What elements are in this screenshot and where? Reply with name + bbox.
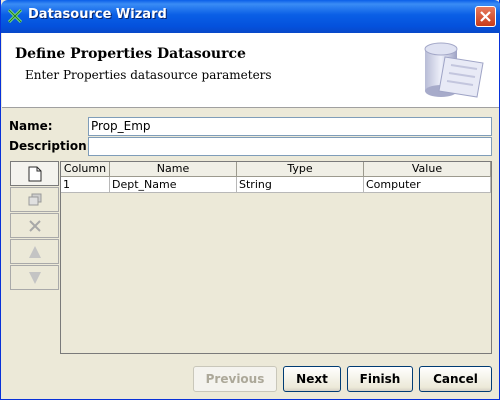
next-button[interactable]: Next	[283, 366, 341, 392]
column-header-name[interactable]: Name	[110, 162, 237, 177]
button-bar: Previous Next Finish Cancel	[2, 362, 499, 399]
name-label: Name:	[9, 119, 53, 133]
properties-table: Column Name Type Value 1 Dept_Name Strin…	[60, 161, 492, 354]
table-row[interactable]: 1 Dept_Name String Computer	[61, 177, 491, 193]
cell-value[interactable]: Computer	[364, 177, 491, 193]
cell-type[interactable]: String	[237, 177, 364, 193]
delete-row-icon	[28, 219, 41, 232]
delete-row-button[interactable]	[10, 213, 59, 238]
previous-button[interactable]: Previous	[193, 366, 277, 392]
close-button[interactable]	[475, 6, 496, 27]
close-icon	[480, 11, 491, 22]
name-input[interactable]: Prop_Emp	[88, 117, 492, 136]
move-down-button[interactable]	[10, 265, 59, 290]
column-header-value[interactable]: Value	[364, 162, 491, 177]
cell-name[interactable]: Dept_Name	[110, 177, 237, 193]
table-header: Column Name Type Value	[61, 162, 491, 177]
cancel-button[interactable]: Cancel	[419, 366, 492, 392]
move-up-button[interactable]	[10, 239, 59, 264]
window-title: Datasource Wizard	[28, 7, 167, 22]
move-up-icon	[28, 245, 41, 258]
title-bar[interactable]: Datasource Wizard	[1, 0, 500, 33]
page-title: Define Properties Datasource	[15, 46, 246, 62]
copy-row-icon	[28, 193, 41, 205]
move-down-icon	[28, 271, 41, 284]
new-row-icon	[28, 166, 41, 181]
wizard-window: Datasource Wizard Define Properties Data…	[0, 0, 500, 400]
column-header-type[interactable]: Type	[237, 162, 364, 177]
copy-row-button[interactable]	[10, 187, 59, 212]
finish-button[interactable]: Finish	[347, 366, 413, 392]
row-toolbar	[10, 161, 59, 291]
wizard-header: Define Properties Datasource Enter Prope…	[2, 33, 499, 108]
page-subtitle: Enter Properties datasource parameters	[25, 68, 272, 82]
description-label: Description:	[9, 139, 92, 153]
column-header-column[interactable]: Column	[61, 162, 110, 177]
new-row-button[interactable]	[10, 161, 59, 186]
app-icon	[7, 8, 23, 24]
description-input[interactable]	[88, 137, 492, 156]
cell-column[interactable]: 1	[61, 177, 110, 193]
datasource-icon	[424, 42, 484, 98]
